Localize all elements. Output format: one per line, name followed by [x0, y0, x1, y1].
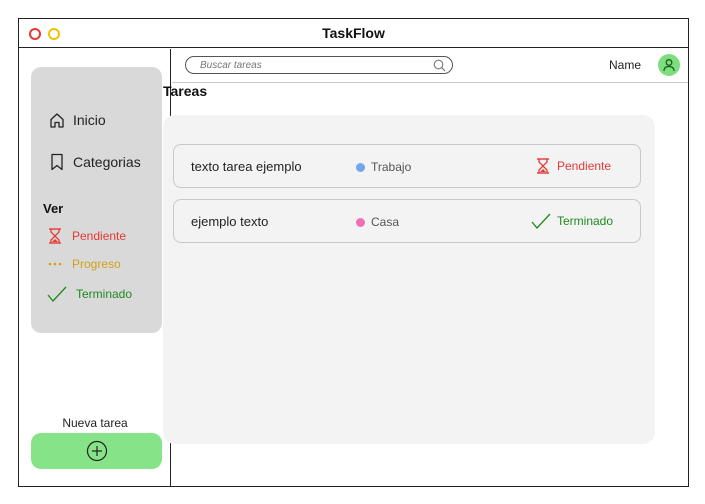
filter-terminado[interactable]: Terminado: [47, 285, 132, 303]
category-label: Casa: [371, 215, 400, 229]
task-status[interactable]: Pendiente: [535, 157, 611, 175]
task-category: Trabajo: [356, 160, 411, 174]
search-placeholder: Buscar tareas: [200, 59, 262, 71]
new-task-button[interactable]: [31, 433, 162, 469]
task-text: texto tarea ejemplo: [191, 159, 302, 174]
plus-circle-icon: [86, 440, 107, 462]
sidebar: Inicio Categorias Ver Pendiente Progreso…: [19, 49, 171, 486]
top-bar: Buscar tareas Name: [172, 49, 688, 83]
check-icon: [531, 213, 551, 229]
avatar[interactable]: [658, 54, 680, 76]
hourglass-icon: [49, 228, 61, 244]
category-label: Trabajo: [371, 160, 412, 174]
task-status[interactable]: Terminado: [531, 212, 613, 230]
dots-icon: [48, 262, 62, 266]
sidebar-item-label: Categorias: [73, 154, 141, 170]
filter-label: Progreso: [72, 257, 121, 271]
page-title: Tareas: [163, 83, 208, 99]
filter-heading: Ver: [43, 201, 64, 216]
filter-progreso[interactable]: Progreso: [47, 257, 121, 271]
search-input[interactable]: Buscar tareas: [185, 56, 453, 74]
task-row[interactable]: texto tarea ejemplo Trabajo Pendiente: [173, 144, 641, 188]
hourglass-icon: [537, 158, 549, 174]
status-label: Pendiente: [557, 159, 612, 173]
search-icon[interactable]: [433, 59, 446, 72]
filter-label: Terminado: [76, 287, 133, 301]
home-icon: [50, 112, 64, 128]
window-title: TaskFlow: [322, 25, 385, 41]
sidebar-item-inicio[interactable]: Inicio: [49, 109, 106, 131]
status-label: Terminado: [557, 214, 614, 228]
task-text: ejemplo texto: [191, 214, 269, 229]
filter-label: Pendiente: [72, 229, 127, 243]
task-category: Casa: [356, 215, 399, 229]
category-dot: [356, 162, 365, 172]
new-task-label: Nueva tarea: [62, 416, 128, 430]
check-icon: [47, 286, 67, 302]
bookmark-icon: [51, 153, 63, 171]
user-name: Name: [609, 58, 642, 72]
category-dot: [356, 217, 365, 227]
sidebar-item-label: Inicio: [73, 112, 106, 128]
sidebar-item-categorias[interactable]: Categorias: [49, 151, 141, 173]
task-list: texto tarea ejemplo Trabajo Pendiente ej…: [163, 115, 655, 444]
task-row[interactable]: ejemplo texto Casa Terminado: [173, 199, 641, 243]
user-icon: [663, 59, 675, 72]
title-bar: TaskFlow: [19, 19, 688, 48]
sidebar-panel: Inicio Categorias Ver Pendiente Progreso…: [31, 67, 162, 333]
filter-pendiente[interactable]: Pendiente: [47, 227, 126, 245]
